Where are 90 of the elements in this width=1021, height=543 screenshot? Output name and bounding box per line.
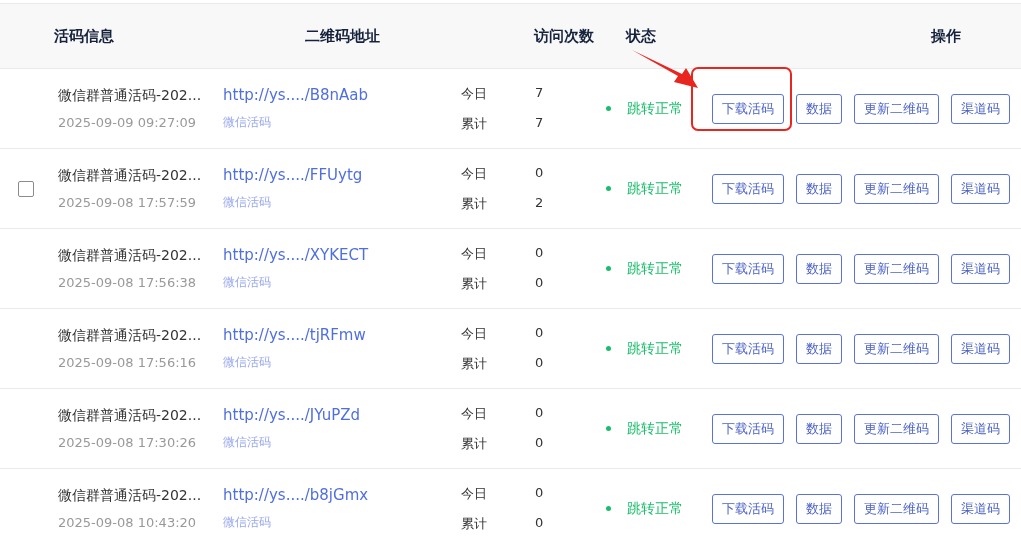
qr-url-link[interactable]: http://ys..../JYuPZd bbox=[223, 406, 360, 424]
visit-count: 7 bbox=[535, 114, 545, 132]
action-button[interactable]: 更新二维码 bbox=[854, 413, 939, 444]
code-name: 微信群普通活码-202... bbox=[58, 167, 203, 185]
action-button[interactable]: 数据 bbox=[796, 173, 842, 204]
status-text: 跳转正常 bbox=[627, 339, 683, 358]
status-text: 跳转正常 bbox=[627, 99, 683, 118]
status-dot bbox=[606, 266, 611, 271]
action-button[interactable]: 渠道码 bbox=[951, 333, 1010, 364]
column-header: 操作 bbox=[931, 26, 961, 46]
created-time: 2025-09-08 17:30:26 bbox=[58, 435, 198, 450]
visit-label: 累计 bbox=[461, 354, 488, 373]
column-header: 二维码地址 bbox=[304, 26, 380, 46]
action-button[interactable]: 数据 bbox=[796, 413, 842, 444]
code-name: 微信群普通活码-202... bbox=[58, 327, 203, 345]
column-header: 访问次数 bbox=[533, 26, 594, 46]
qr-url-link[interactable]: http://ys..../b8jGmx bbox=[223, 486, 369, 504]
visit-count: 0 bbox=[535, 244, 545, 262]
status-dot bbox=[606, 506, 611, 511]
code-type: 微信活码 bbox=[223, 274, 272, 291]
qr-url-link[interactable]: http://ys..../tjRFmw bbox=[223, 326, 366, 344]
qr-url-link[interactable]: http://ys..../B8nAab bbox=[223, 86, 369, 104]
status-text: 跳转正常 bbox=[627, 259, 683, 278]
action-button[interactable]: 渠道码 bbox=[951, 493, 1010, 524]
qr-url-link[interactable]: http://ys..../XYKECT bbox=[223, 246, 369, 264]
action-button[interactable]: 渠道码 bbox=[951, 253, 1010, 284]
action-button[interactable]: 更新二维码 bbox=[854, 173, 939, 204]
action-button[interactable]: 下载活码 bbox=[712, 413, 784, 444]
action-button[interactable]: 数据 bbox=[796, 333, 842, 364]
visit-count: 0 bbox=[535, 274, 545, 292]
status-text: 跳转正常 bbox=[627, 179, 683, 198]
visit-label: 今日 bbox=[461, 84, 488, 103]
created-time: 2025-09-08 17:56:16 bbox=[58, 355, 198, 370]
action-button[interactable]: 下载活码 bbox=[712, 173, 784, 204]
visit-label: 累计 bbox=[461, 434, 488, 453]
column-header: 活码信息 bbox=[54, 26, 114, 46]
created-time: 2025-09-08 10:43:20 bbox=[58, 515, 198, 530]
code-name: 微信群普通活码-202... bbox=[58, 487, 203, 505]
status-text: 跳转正常 bbox=[627, 419, 683, 438]
status-dot bbox=[606, 186, 611, 191]
visit-count: 0 bbox=[535, 164, 545, 182]
created-time: 2025-09-08 17:57:59 bbox=[58, 195, 198, 210]
created-time: 2025-09-08 17:56:38 bbox=[58, 275, 198, 290]
visit-label: 今日 bbox=[461, 404, 488, 423]
column-header: 状态 bbox=[626, 26, 656, 46]
action-button[interactable]: 下载活码 bbox=[712, 93, 784, 124]
code-name: 微信群普通活码-202... bbox=[58, 247, 203, 265]
code-type: 微信活码 bbox=[223, 514, 272, 531]
code-name: 微信群普通活码-202... bbox=[58, 87, 203, 105]
visit-count: 0 bbox=[535, 484, 545, 502]
action-button[interactable]: 数据 bbox=[796, 253, 842, 284]
visit-label: 今日 bbox=[461, 164, 488, 183]
code-type: 微信活码 bbox=[223, 434, 272, 451]
action-button[interactable]: 下载活码 bbox=[712, 493, 784, 524]
action-button[interactable]: 渠道码 bbox=[951, 173, 1010, 204]
code-type: 微信活码 bbox=[223, 114, 272, 131]
action-button[interactable]: 下载活码 bbox=[712, 253, 784, 284]
visit-count: 0 bbox=[535, 324, 545, 342]
action-button[interactable]: 更新二维码 bbox=[854, 493, 939, 524]
qr-url-link[interactable]: http://ys..../FFUytg bbox=[223, 166, 363, 184]
visit-label: 累计 bbox=[461, 114, 488, 133]
visit-count: 2 bbox=[535, 194, 545, 212]
code-name: 微信群普通活码-202... bbox=[58, 407, 203, 425]
visit-label: 累计 bbox=[461, 514, 488, 533]
visit-label: 累计 bbox=[461, 194, 488, 213]
visit-label: 累计 bbox=[461, 274, 488, 293]
status-dot bbox=[606, 426, 611, 431]
visit-label: 今日 bbox=[461, 244, 488, 263]
visit-count: 0 bbox=[535, 434, 545, 452]
status-dot bbox=[606, 346, 611, 351]
row-checkbox[interactable] bbox=[18, 180, 34, 197]
action-button[interactable]: 数据 bbox=[796, 93, 842, 124]
code-type: 微信活码 bbox=[223, 194, 272, 211]
action-button[interactable]: 更新二维码 bbox=[854, 93, 939, 124]
action-button[interactable]: 下载活码 bbox=[712, 333, 784, 364]
action-button[interactable]: 更新二维码 bbox=[854, 333, 939, 364]
visit-count: 0 bbox=[535, 404, 545, 422]
code-type: 微信活码 bbox=[223, 354, 272, 371]
status-dot bbox=[606, 106, 611, 111]
visit-count: 7 bbox=[535, 84, 545, 102]
status-text: 跳转正常 bbox=[627, 499, 683, 518]
created-time: 2025-09-09 09:27:09 bbox=[58, 115, 198, 130]
action-button[interactable]: 渠道码 bbox=[951, 93, 1010, 124]
visit-label: 今日 bbox=[461, 324, 488, 343]
action-button[interactable]: 渠道码 bbox=[951, 413, 1010, 444]
visit-label: 今日 bbox=[461, 484, 488, 503]
action-button[interactable]: 数据 bbox=[796, 493, 842, 524]
action-button[interactable]: 更新二维码 bbox=[854, 253, 939, 284]
visit-count: 0 bbox=[535, 354, 545, 372]
visit-count: 0 bbox=[535, 514, 545, 532]
